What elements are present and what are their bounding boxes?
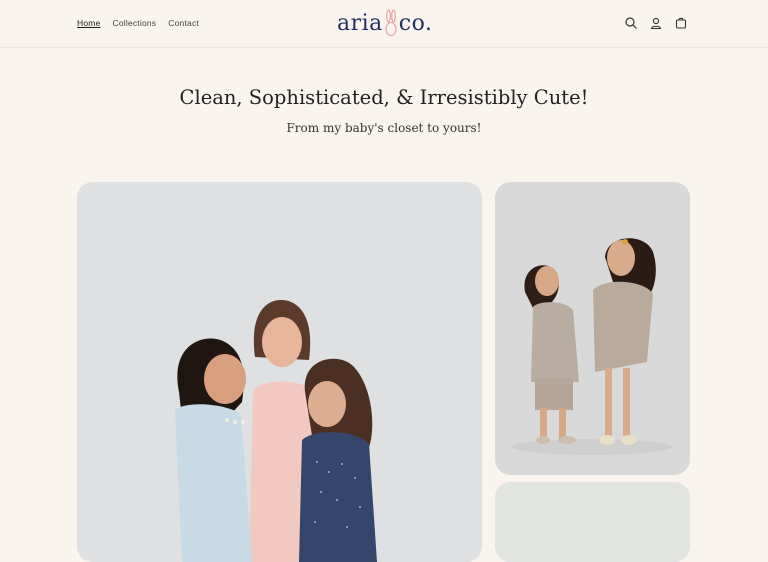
nav-collections[interactable]: Collections — [112, 18, 156, 28]
site-header: Home Collections Contact aria co. — [0, 0, 768, 48]
girls-illustration — [77, 182, 482, 562]
main-nav: Home Collections Contact — [77, 18, 199, 28]
logo-text-co: co. — [398, 10, 433, 36]
hero-photo-girls[interactable] — [77, 182, 482, 562]
two-girls-illustration — [495, 182, 690, 475]
photo-two-girls-beige[interactable] — [495, 182, 690, 475]
hero-subtitle: From my baby's closet to yours! — [286, 121, 482, 135]
cart-icon[interactable] — [674, 16, 688, 30]
logo-text-aria: aria — [337, 10, 383, 36]
account-icon[interactable] — [649, 16, 663, 30]
bottom-photo-background — [495, 482, 690, 562]
bunny-logo-icon — [385, 9, 397, 37]
site-logo[interactable]: aria co. — [337, 6, 432, 40]
photo-bottom-right[interactable] — [495, 482, 690, 562]
hero-title: Clean, Sophisticated, & Irresistibly Cut… — [179, 86, 589, 109]
header-icons — [624, 16, 688, 30]
nav-contact[interactable]: Contact — [168, 18, 199, 28]
search-icon[interactable] — [624, 16, 638, 30]
nav-home[interactable]: Home — [77, 18, 100, 28]
